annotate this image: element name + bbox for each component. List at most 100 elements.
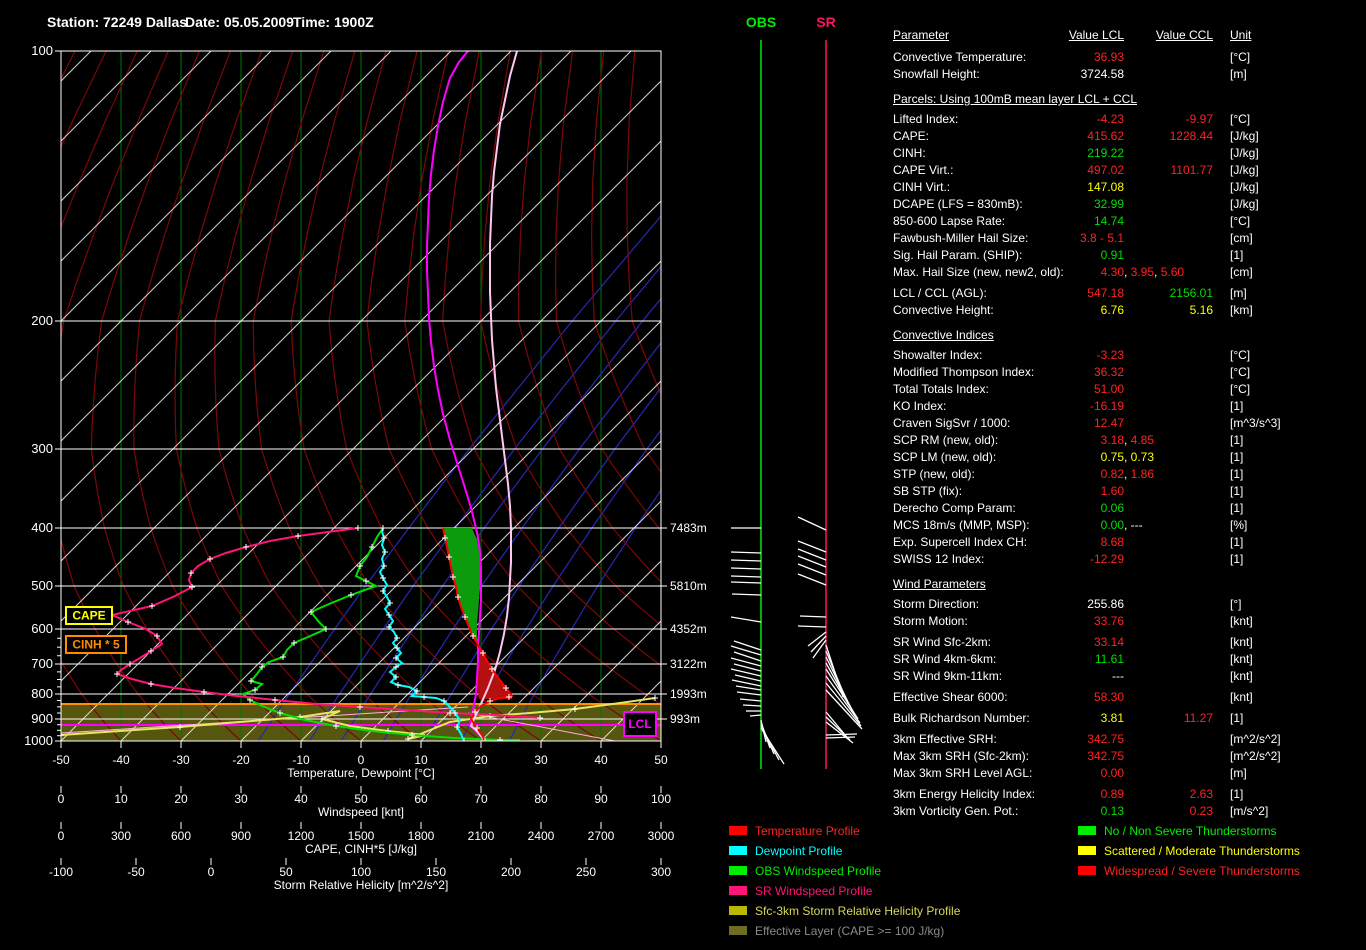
unit-label: [cm] bbox=[1230, 230, 1253, 247]
value-part: [°C] bbox=[1230, 365, 1250, 379]
svg-text:-20: -20 bbox=[232, 753, 250, 767]
legend-label: SR Windspeed Profile bbox=[755, 884, 872, 898]
value-part: Showalter Index: bbox=[893, 348, 982, 362]
value-part: [m/s^2] bbox=[1230, 804, 1268, 818]
value-part: [°C] bbox=[1230, 348, 1250, 362]
unit-label: [1] bbox=[1230, 551, 1243, 568]
value-part: 147.08 bbox=[1087, 180, 1124, 194]
svg-text:300: 300 bbox=[111, 829, 131, 843]
value-part: -9.97 bbox=[1186, 112, 1213, 126]
unit-label: [m] bbox=[1230, 66, 1247, 83]
value-part: 3.81 bbox=[1101, 711, 1124, 725]
svg-text:1000: 1000 bbox=[24, 733, 53, 748]
legend-label: OBS Windspeed Profile bbox=[755, 864, 881, 878]
svg-text:SR: SR bbox=[816, 14, 835, 30]
value-part: Effective Shear 6000: bbox=[893, 690, 1008, 704]
param-label: Fawbush-Miller Hail Size: bbox=[893, 230, 1028, 247]
param-row: STP (new, old):0.82, 1.86[1] bbox=[893, 466, 1366, 483]
param-label: CAPE: bbox=[893, 128, 929, 145]
unit-label: [knt] bbox=[1230, 634, 1253, 651]
value-part: [m^2/s^2] bbox=[1230, 732, 1281, 746]
svg-text:CAPE, CINH*5 [J/kg]: CAPE, CINH*5 [J/kg] bbox=[305, 842, 417, 856]
value-lcl: 0.82 bbox=[1033, 466, 1124, 483]
value-part: 0.00 bbox=[1101, 518, 1124, 532]
param-row: 850-600 Lapse Rate:14.74[°C] bbox=[893, 213, 1366, 230]
value-part: 3.95 bbox=[1131, 265, 1154, 279]
legend-swatch-icon bbox=[1078, 826, 1096, 835]
param-label: Convective Temperature: bbox=[893, 49, 1026, 66]
value-ccl: 0.23 bbox=[1133, 803, 1213, 820]
value-part: [J/kg] bbox=[1230, 197, 1259, 211]
value-part: 0.89 bbox=[1101, 787, 1124, 801]
param-row: Snowfall Height: 3724.58 [m] bbox=[893, 66, 1366, 83]
value-part: -3.23 bbox=[1097, 348, 1124, 362]
value-part: 11.61 bbox=[1095, 652, 1124, 666]
param-row: Derecho Comp Param:0.06[1] bbox=[893, 500, 1366, 517]
param-label: MCS 18m/s (MMP, MSP): bbox=[893, 517, 1029, 534]
value-part: 4.85 bbox=[1131, 433, 1154, 447]
legend-item-profile: OBS Windspeed Profile bbox=[729, 864, 960, 884]
param-row: Max 3km SRH (Sfc-2km):342.75[m^2/s^2] bbox=[893, 748, 1366, 765]
value-lcl: 547.18 bbox=[1033, 285, 1124, 302]
param-row: Fawbush-Miller Hail Size:3.8 - 5.1[cm] bbox=[893, 230, 1366, 247]
value-lcl: -16.19 bbox=[1033, 398, 1124, 415]
value-part: 547.18 bbox=[1087, 286, 1124, 300]
value-part: 2.63 bbox=[1190, 787, 1213, 801]
unit-label: [J/kg] bbox=[1230, 128, 1259, 145]
unit-label: [1] bbox=[1230, 786, 1243, 803]
value-lcl: 1.60 bbox=[1033, 483, 1124, 500]
value-part: [1] bbox=[1230, 711, 1243, 725]
value-lcl: 342.75 bbox=[1033, 731, 1124, 748]
value-part: 3km Energy Helicity Index: bbox=[893, 787, 1035, 801]
svg-text:300: 300 bbox=[651, 865, 671, 879]
unit-label: [1] bbox=[1230, 432, 1243, 449]
param-row: CAPE Virt.:497.021101.77[J/kg] bbox=[893, 162, 1366, 179]
value-part: DCAPE (LFS = 830mB): bbox=[893, 197, 1023, 211]
svg-text:0: 0 bbox=[208, 865, 215, 879]
unit-label: [1] bbox=[1230, 534, 1243, 551]
param-label: Derecho Comp Param: bbox=[893, 500, 1016, 517]
param-label: Snowfall Height: bbox=[893, 66, 980, 83]
param-label: Sig. Hail Param. (SHIP): bbox=[893, 247, 1022, 264]
value-lcl: 6.76 bbox=[1033, 302, 1124, 319]
svg-text:3000: 3000 bbox=[648, 829, 675, 843]
legend-label: Sfc-3km Storm Relative Helicity Profile bbox=[755, 904, 960, 918]
value-part: 2156.01 bbox=[1170, 286, 1213, 300]
svg-text:900: 900 bbox=[231, 829, 251, 843]
value-part: [°C] bbox=[1230, 112, 1250, 126]
svg-text:10: 10 bbox=[114, 792, 128, 806]
value-part: 8.68 bbox=[1101, 535, 1124, 549]
svg-text:2700: 2700 bbox=[588, 829, 615, 843]
unit-label: [1] bbox=[1230, 500, 1243, 517]
svg-text:Windspeed [knt]: Windspeed [knt] bbox=[318, 805, 404, 819]
value-lcl: 497.02 bbox=[1033, 162, 1124, 179]
value-lcl: 3724.58 bbox=[1033, 66, 1124, 83]
param-label: LCL / CCL (AGL): bbox=[893, 285, 987, 302]
value-part: CAPE Virt.: bbox=[893, 163, 953, 177]
value-part: [1] bbox=[1230, 535, 1243, 549]
value-lcl: 36.93 bbox=[1033, 49, 1124, 66]
value-part: 415.62 bbox=[1087, 129, 1124, 143]
value-part: 33.14 bbox=[1094, 635, 1124, 649]
svg-text:90: 90 bbox=[594, 792, 608, 806]
value-lcl: 0.75 bbox=[1033, 449, 1124, 466]
legend-item-profile: Dewpoint Profile bbox=[729, 844, 960, 864]
value-part: 36.32 bbox=[1094, 365, 1124, 379]
value-part: Craven SigSvr / 1000: bbox=[893, 416, 1010, 430]
param-row: Convective Height:6.765.16[km] bbox=[893, 302, 1366, 319]
param-label: Max 3km SRH (Sfc-2km): bbox=[893, 748, 1029, 765]
value-lcl: 32.99 bbox=[1033, 196, 1124, 213]
value-part: [km] bbox=[1230, 303, 1253, 317]
unit-label: [knt] bbox=[1230, 689, 1253, 706]
value-part: [1] bbox=[1230, 787, 1243, 801]
svg-text:CINH * 5: CINH * 5 bbox=[72, 638, 120, 652]
legend-thunderstorm-risk: No / Non Severe ThunderstormsScattered /… bbox=[1078, 824, 1300, 884]
value-part: --- bbox=[1131, 518, 1143, 532]
value-lcl: 33.14 bbox=[1033, 634, 1124, 651]
param-label: Storm Motion: bbox=[893, 613, 968, 630]
param-label: SR Wind 9km-11km: bbox=[893, 668, 1002, 685]
param-row: SCP LM (new, old):0.75, 0.73[1] bbox=[893, 449, 1366, 466]
svg-text:600: 600 bbox=[171, 829, 191, 843]
col-header-value-ccl: Value CCL bbox=[1133, 27, 1213, 44]
value-part: [knt] bbox=[1230, 690, 1253, 704]
